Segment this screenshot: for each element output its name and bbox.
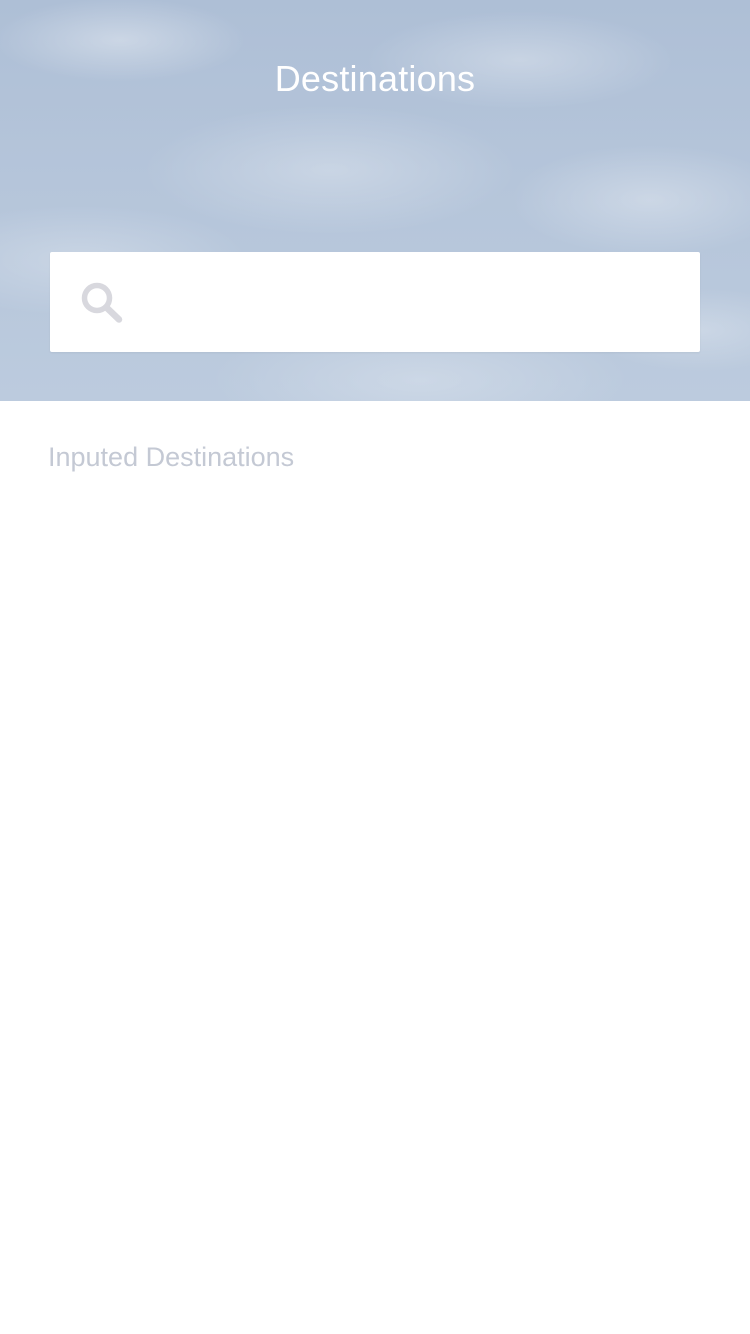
search-icon (80, 281, 124, 323)
inputed-destinations-heading: Inputed Destinations (48, 442, 295, 472)
page-title: Destinations (274, 58, 476, 99)
search-input[interactable] (140, 252, 685, 352)
